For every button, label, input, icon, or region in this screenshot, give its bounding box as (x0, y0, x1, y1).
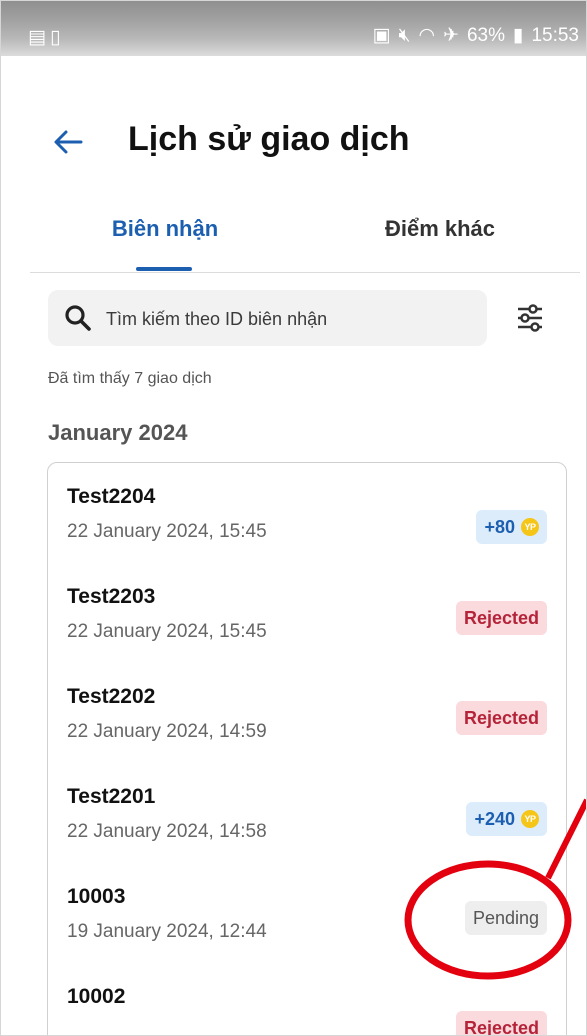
notification-icon: ▣ (372, 25, 391, 46)
points-value: +80 (484, 516, 515, 537)
transaction-row[interactable]: Test2203 22 January 2024, 15:45 Rejected (48, 563, 566, 663)
transaction-date: 22 January 2024, 15:45 (67, 621, 267, 642)
transaction-id: 10003 (67, 885, 126, 908)
transaction-id: Test2203 (67, 585, 156, 608)
search-icon (65, 305, 91, 331)
screen: ▤▯ ▣ 🔇︎ ◠ ✈ 63% ▮ 15:53 Lịch sử giao dịc… (0, 0, 587, 1036)
teams-icon: ▤ (28, 27, 50, 48)
search-bar[interactable] (48, 290, 487, 346)
transaction-row[interactable]: Test2204 22 January 2024, 15:45 +80 YP (48, 463, 566, 563)
status-time: 15:53 (531, 24, 579, 46)
transaction-date: 22 January 2024, 14:59 (67, 721, 267, 742)
points-badge: +240 YP (466, 802, 547, 836)
transaction-row[interactable]: 10002 Rejected (48, 963, 566, 1036)
transaction-list: Test2204 22 January 2024, 15:45 +80 YP T… (47, 462, 567, 1036)
coin-icon: YP (521, 518, 539, 536)
transaction-id: Test2204 (67, 485, 156, 508)
transaction-date: 22 January 2024, 14:58 (67, 821, 267, 842)
status-badge: Rejected (455, 1011, 547, 1036)
transaction-id: 10002 (67, 985, 126, 1008)
status-badge: Pending (464, 901, 547, 935)
transaction-row[interactable]: Test2202 22 January 2024, 14:59 Rejected (48, 663, 566, 763)
tab-label: Điểm khác (384, 216, 496, 241)
result-count: Đã tìm thấy 7 giao dịch (48, 370, 212, 387)
points-value: +240 (474, 808, 515, 829)
status-left-icons: ▤▯ (28, 26, 64, 49)
arrow-left-icon (54, 130, 83, 154)
wifi-icon: ◠ (418, 25, 436, 46)
tab-receipts[interactable]: Biên nhận (30, 216, 300, 270)
airplane-icon: ✈ (443, 25, 459, 46)
search-input[interactable] (104, 298, 468, 340)
filter-sliders-icon (518, 304, 542, 332)
transaction-row[interactable]: Test2201 22 January 2024, 14:58 +240 YP (48, 763, 566, 863)
transaction-date: 19 January 2024, 12:44 (67, 921, 267, 942)
battery-percent: 63% (466, 24, 505, 46)
tab-other-points[interactable]: Điểm khác (300, 216, 580, 270)
sim-icon: ▯ (49, 27, 65, 48)
mute-icon: 🔇︎ (398, 24, 411, 46)
status-badge: Rejected (455, 701, 547, 735)
filter-button[interactable] (512, 300, 548, 336)
tab-active-indicator (136, 267, 192, 271)
transaction-date: 22 January 2024, 15:45 (67, 521, 267, 542)
points-badge: +80 YP (476, 510, 547, 544)
transaction-id: Test2202 (67, 685, 156, 708)
transaction-id: Test2201 (67, 785, 156, 808)
status-bar: ▤▯ ▣ 🔇︎ ◠ ✈ 63% ▮ 15:53 (0, 0, 587, 56)
battery-icon: ▮ (512, 25, 524, 46)
month-heading: January 2024 (48, 420, 188, 445)
coin-icon: YP (521, 810, 539, 828)
back-button[interactable] (46, 120, 90, 164)
divider (30, 272, 580, 273)
status-right: ▣ 🔇︎ ◠ ✈ 63% ▮ 15:53 (373, 24, 580, 47)
tab-bar: Biên nhận Điểm khác (30, 216, 580, 272)
tab-label: Biên nhận (111, 216, 219, 241)
page-title: Lịch sử giao dịch (128, 120, 410, 158)
status-badge: Rejected (455, 601, 547, 635)
transaction-row[interactable]: 10003 19 January 2024, 12:44 Pending (48, 863, 566, 963)
